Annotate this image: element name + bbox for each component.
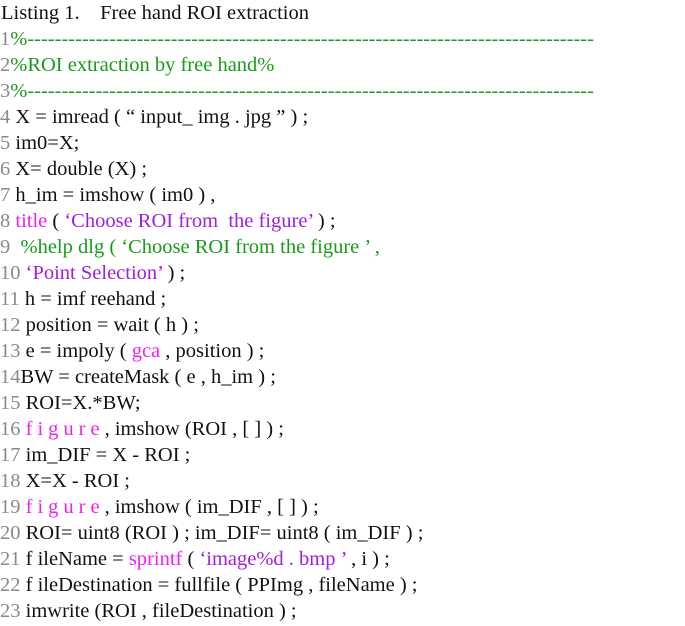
code-text: ROI=X.*BW; [25, 392, 141, 414]
line-number: 3 [0, 80, 11, 102]
code-comment: %help dlg ( ‘Choose ROI from the figure … [20, 236, 380, 258]
code-keyword: figure [25, 496, 105, 518]
code-line: 7 h_im = imshow ( im0 ) , [0, 182, 685, 208]
line-number: 14 [0, 366, 21, 388]
line-number: 23 [0, 600, 26, 622]
code-text: ( [47, 210, 65, 232]
code-line: 19 figure, imshow ( im_DIF , [ ] ) ; [0, 494, 685, 520]
code-line: 21 f ileName = sprintf ( ‘image%d . bmp … [0, 546, 685, 572]
code-line: 13 e = impoly ( gca , position ) ; [0, 338, 685, 364]
code-line: 6 X= double (X) ; [0, 156, 685, 182]
line-number: 6 [0, 158, 16, 180]
code-string: ‘image%d . bmp ’ [199, 548, 346, 570]
code-line: 18 X=X - ROI ; [0, 468, 685, 494]
code-line: 22 f ileDestination = fullfile ( PPImg ,… [0, 572, 685, 598]
code-text: X = imread ( “ input_ img . jpg ” ) ; [15, 106, 309, 128]
code-line: 2%ROI extraction by free hand% [0, 52, 685, 78]
line-number: 11 [0, 288, 25, 310]
code-text: e = impoly ( [25, 340, 132, 362]
code-text: im0=X; [15, 132, 80, 154]
code-line: 3%--------------------------------------… [0, 78, 685, 104]
code-comment: %---------------------------------------… [10, 28, 594, 50]
line-number: 22 [0, 574, 26, 596]
code-line: 14BW = createMask ( e , h_im ) ; [0, 364, 685, 390]
code-text: X= double (X) ; [15, 158, 148, 180]
code-keyword: figure [25, 418, 105, 440]
code-text: ROI= uint8 (ROI ) ; im_DIF= uint8 ( im_D… [25, 522, 424, 544]
line-number: 5 [0, 132, 16, 154]
code-text: im_DIF = X - ROI ; [25, 444, 191, 466]
code-line: 23 imwrite (ROI , fileDestination ) ; [0, 598, 685, 624]
line-number: 15 [0, 392, 26, 414]
line-number: 17 [0, 444, 26, 466]
line-number: 10 [0, 262, 26, 284]
line-number: 1 [0, 28, 11, 50]
code-comment: %ROI extraction by free hand% [10, 54, 275, 76]
code-line: 5 im0=X; [0, 130, 685, 156]
line-number: 19 [0, 496, 26, 518]
code-keyword: gca [131, 340, 161, 362]
line-number: 21 [0, 548, 26, 570]
line-number: 9 [0, 236, 21, 258]
code-line: 9 %help dlg ( ‘Choose ROI from the figur… [0, 234, 685, 260]
code-line: 4 X = imread ( “ input_ img . jpg ” ) ; [0, 104, 685, 130]
code-keyword: title [15, 210, 48, 232]
code-listing: Listing 1. Free hand ROI extraction 1%--… [0, 0, 685, 624]
line-number: 4 [0, 106, 16, 128]
code-line: 20 ROI= uint8 (ROI ) ; im_DIF= uint8 ( i… [0, 520, 685, 546]
code-text: , i ) ; [345, 548, 390, 570]
line-number: 20 [0, 522, 26, 544]
code-text: , position ) ; [160, 340, 265, 362]
code-keyword: sprintf [128, 548, 183, 570]
code-text: position = wait ( h ) ; [25, 314, 199, 336]
line-number: 7 [0, 184, 16, 206]
code-text: imwrite (ROI , fileDestination ) ; [25, 600, 297, 622]
line-number: 12 [0, 314, 26, 336]
line-number: 8 [0, 210, 16, 232]
code-block: 1%--------------------------------------… [0, 26, 685, 624]
code-line: 12 position = wait ( h ) ; [0, 312, 685, 338]
code-line: 1%--------------------------------------… [0, 26, 685, 52]
code-text: ( [182, 548, 200, 570]
code-text: h = imf reehand ; [24, 288, 167, 310]
code-line: 8 title ( ‘Choose ROI from the figure’ )… [0, 208, 685, 234]
code-text: ) ; [162, 262, 186, 284]
code-text: f ileDestination = fullfile ( PPImg , fi… [25, 574, 418, 596]
line-number: 2 [0, 54, 11, 76]
code-string: ‘Choose ROI from the figure’ [64, 210, 313, 232]
code-text: , imshow ( im_DIF , [ ] ) ; [104, 496, 319, 518]
line-number: 13 [0, 340, 26, 362]
code-text: ) ; [312, 210, 336, 232]
line-number: 18 [0, 470, 26, 492]
code-line: 11 h = imf reehand ; [0, 286, 685, 312]
code-comment: %---------------------------------------… [10, 80, 594, 102]
code-text: X=X - ROI ; [25, 470, 130, 492]
code-text: f ileName = [25, 548, 129, 570]
code-text: h_im = imshow ( im0 ) , [15, 184, 216, 206]
code-line: 17 im_DIF = X - ROI ; [0, 442, 685, 468]
line-number: 16 [0, 418, 26, 440]
code-line: 10 ‘Point Selection’ ) ; [0, 260, 685, 286]
code-text: BW = createMask ( e , h_im ) ; [20, 366, 276, 388]
listing-caption: Listing 1. Free hand ROI extraction [1, 2, 310, 24]
code-line: 16 figure, imshow (ROI , [ ] ) ; [0, 416, 685, 442]
code-line: 15 ROI=X.*BW; [0, 390, 685, 416]
code-text: , imshow (ROI , [ ] ) ; [104, 418, 284, 440]
code-string: ‘Point Selection’ [25, 262, 163, 284]
